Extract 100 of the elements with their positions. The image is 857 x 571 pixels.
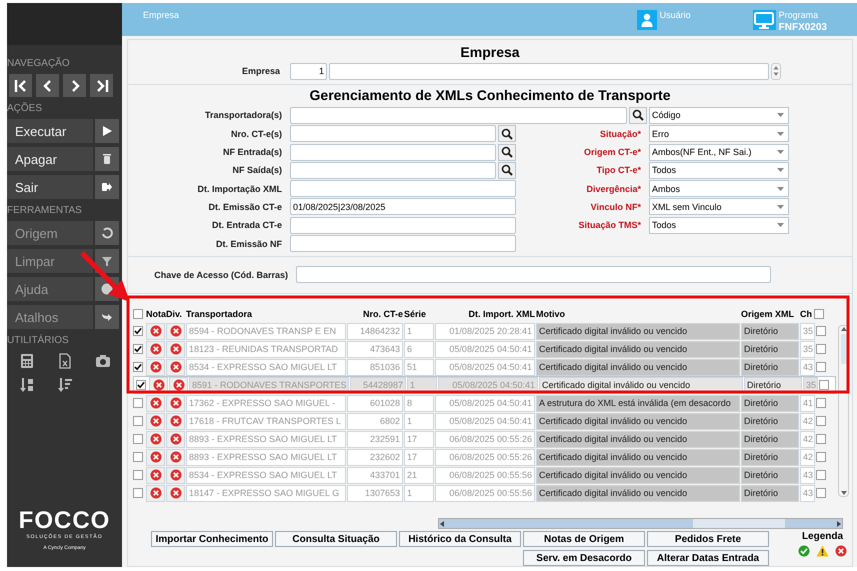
action-button[interactable]: Consulta Situação (275, 531, 397, 547)
checkbox[interactable] (816, 344, 826, 354)
checkbox[interactable] (136, 380, 146, 390)
monitor-icon[interactable] (752, 10, 776, 30)
spinner-icon[interactable] (771, 62, 781, 80)
horizontal-scrollbar[interactable] (438, 518, 843, 529)
sort-az-icon[interactable] (19, 377, 35, 393)
table-cell: 1 (404, 412, 434, 430)
field-label: Vinculo NF* (590, 202, 642, 212)
checkbox[interactable] (816, 398, 826, 408)
input-field[interactable] (290, 162, 496, 179)
checkbox[interactable] (133, 470, 143, 480)
search-button[interactable] (629, 106, 647, 124)
sidebar-menu-item[interactable]: Apagar (7, 147, 93, 171)
user-icon[interactable] (636, 10, 657, 30)
checkbox[interactable] (819, 380, 829, 390)
last-page-button[interactable] (90, 74, 113, 97)
action-button[interactable]: Serv. em Desacordo (523, 550, 645, 566)
scroll-up-icon[interactable] (840, 326, 848, 332)
checkbox[interactable] (816, 326, 826, 336)
action-button[interactable]: Notas de Origem (523, 531, 645, 547)
checkbox[interactable] (816, 488, 826, 498)
scroll-left-icon[interactable] (439, 520, 445, 528)
play-icon[interactable] (95, 119, 119, 143)
checkbox[interactable] (133, 309, 143, 319)
checkbox[interactable] (133, 326, 143, 336)
scroll-down-icon[interactable] (840, 490, 848, 496)
previous-button[interactable] (36, 74, 59, 97)
checkbox[interactable] (133, 452, 143, 462)
program-code: FNFX0203 (778, 22, 827, 33)
company-code-field[interactable]: 1 (290, 62, 327, 80)
first-page-button[interactable] (9, 74, 32, 97)
column-header: Nro. CT-e (362, 309, 403, 319)
table-cell: Certificado digital inválido ou vencido (536, 448, 740, 466)
table-cell: Diretório (741, 394, 799, 412)
table-cell: Diretório (741, 466, 799, 484)
search-button[interactable] (498, 144, 516, 161)
dropdown[interactable]: Erro (649, 125, 789, 142)
camera-icon[interactable] (95, 353, 111, 369)
action-button[interactable]: Histórico da Consulta (399, 531, 521, 547)
checkbox[interactable] (133, 362, 143, 372)
sidebar-menu-item[interactable]: Sair (7, 175, 93, 199)
table-cell: 21 (404, 466, 434, 484)
dropdown[interactable]: Ambos(NF Ent., NF Sai.) (649, 144, 789, 161)
checkbox[interactable] (133, 344, 143, 354)
table-cell: 06/08/2025 00:55:26 (435, 448, 535, 466)
checkbox[interactable] (133, 416, 143, 426)
input-field[interactable]: 01/08/2025|23/08/2025 (290, 198, 516, 216)
checkbox[interactable] (133, 434, 143, 444)
table-cell: Diretório (741, 484, 799, 502)
scroll-right-icon[interactable] (836, 520, 842, 528)
table-cell: 43 (800, 358, 815, 376)
calculator-icon[interactable] (19, 353, 35, 369)
input-field[interactable] (290, 180, 516, 198)
input-field[interactable] (296, 266, 771, 283)
search-button[interactable] (498, 125, 516, 142)
sidebar-menu-item[interactable]: Executar (7, 119, 93, 143)
field-label: Transportadora(s) (204, 110, 283, 120)
vertical-scrollbar[interactable] (838, 325, 849, 497)
funnel-icon[interactable] (95, 249, 119, 273)
input-field[interactable] (290, 106, 627, 124)
search-button[interactable] (498, 162, 516, 179)
dropdown[interactable]: XML sem Vinculo (649, 198, 789, 216)
trash-icon[interactable] (95, 147, 119, 171)
table-cell: Diretório (741, 340, 799, 358)
input-field[interactable] (290, 125, 496, 142)
action-button[interactable]: Alterar Datas Entrada (647, 550, 769, 566)
table-cell: 06/08/2025 00:55:26 (435, 430, 535, 448)
dropdown[interactable]: Código (649, 106, 789, 124)
caret-icon (777, 223, 784, 228)
checkbox[interactable] (816, 362, 826, 372)
checkbox[interactable] (814, 309, 824, 319)
scroll-thumb[interactable] (693, 519, 785, 528)
action-button[interactable]: Pedidos Frete (647, 531, 769, 547)
dropdown[interactable]: Ambos (649, 180, 789, 198)
company-name-field[interactable] (329, 62, 769, 80)
next-button[interactable] (63, 74, 86, 97)
dropdown[interactable]: Todos (649, 162, 789, 179)
undo-icon[interactable] (95, 221, 119, 245)
action-button[interactable]: Importar Conhecimento (151, 531, 273, 547)
checkbox[interactable] (133, 398, 143, 408)
table-cell: 6802 (347, 412, 403, 430)
table-cell: 35 (800, 340, 815, 358)
checkbox[interactable] (816, 416, 826, 426)
checkbox[interactable] (816, 470, 826, 480)
spreadsheet-file-icon[interactable] (57, 353, 73, 369)
dropdown[interactable]: Todos (649, 216, 789, 234)
sort-list-icon[interactable] (57, 377, 73, 393)
scroll-thumb[interactable] (840, 334, 846, 364)
checkbox[interactable] (133, 488, 143, 498)
checkbox[interactable] (816, 452, 826, 462)
checkbox[interactable] (816, 434, 826, 444)
error-icon (150, 325, 162, 337)
input-field[interactable] (290, 216, 516, 234)
field-label: Chave de Acesso (Cód. Barras) (153, 270, 289, 280)
input-field[interactable] (290, 235, 516, 252)
exit-icon[interactable] (95, 175, 119, 199)
table-cell: 42 (800, 448, 815, 466)
section-title: NAVEGAÇÃO (7, 58, 71, 69)
input-field[interactable] (290, 144, 496, 161)
